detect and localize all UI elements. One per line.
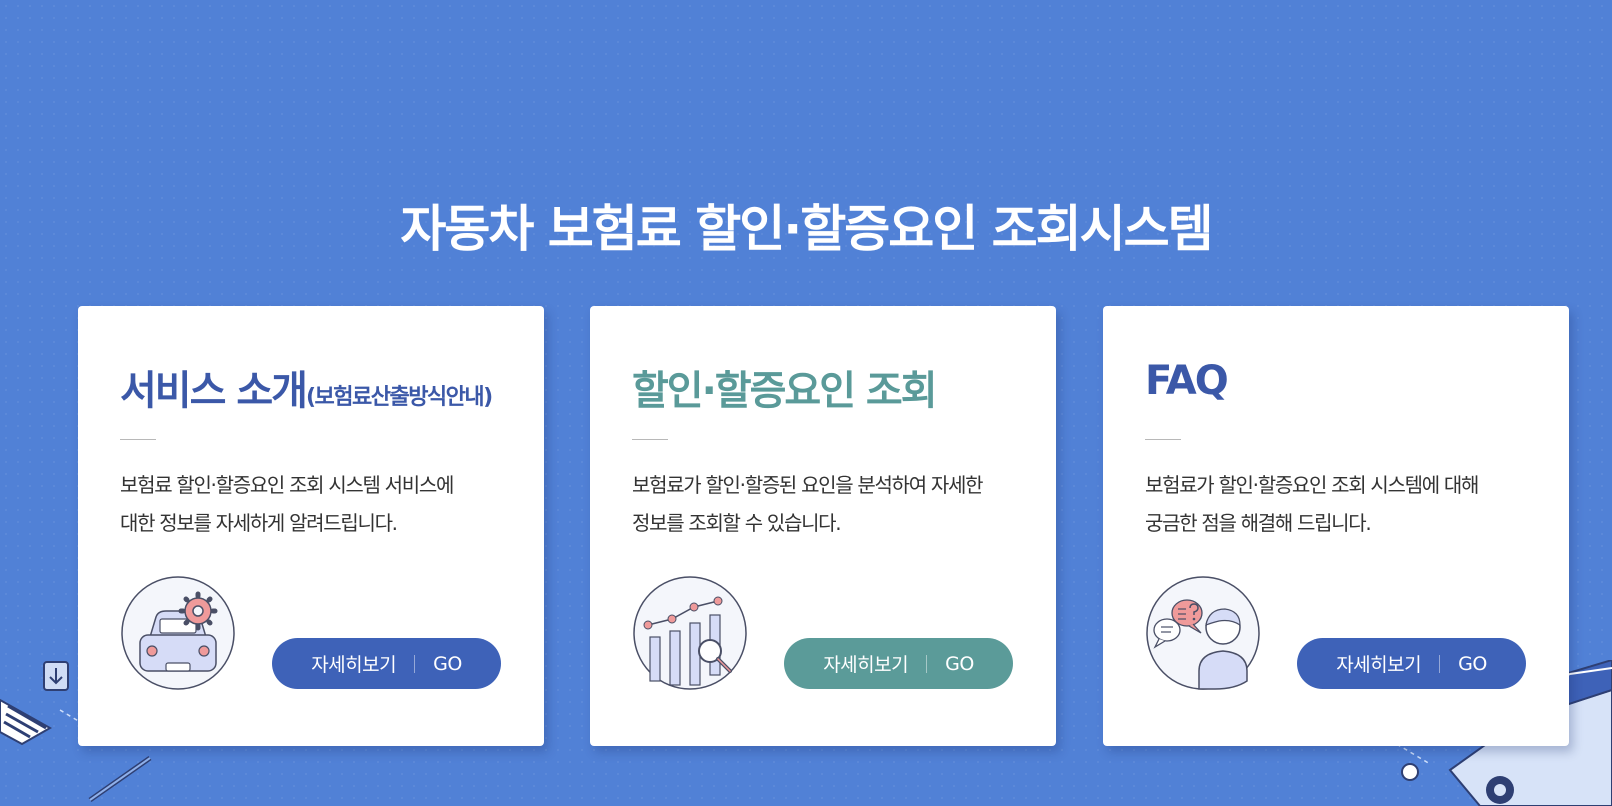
button-label: 자세히보기: [823, 654, 909, 676]
card-title-main: 서비스 소개: [120, 368, 308, 414]
details-go-button[interactable]: 자세히보기 GO: [272, 638, 501, 689]
card-description: 보험료가 할인·할증요인 조회 시스템에 대해 궁금한 점을 해결해 드립니다.: [1145, 466, 1545, 542]
card-description-line: 보험료가 할인·할증요인 조회 시스템에 대해: [1145, 473, 1479, 497]
card-service-intro: 서비스 소개(보험료산출방식안내) 보험료 할인·할증요인 조회 시스템 서비스…: [78, 306, 544, 746]
button-go-label: GO: [433, 652, 462, 675]
card-description-line: 대한 정보를 자세하게 알려드립니다.: [120, 511, 398, 535]
button-separator: [926, 654, 928, 673]
details-go-button[interactable]: 자세히보기 GO: [1297, 638, 1526, 689]
page-title: 자동차 보험료 할인·할증요인 조회시스템: [400, 199, 1213, 258]
divider: [632, 439, 668, 440]
card-title: 할인·할증요인 조회: [632, 368, 938, 414]
person-chat-icon: [1146, 576, 1260, 690]
card-description: 보험료 할인·할증요인 조회 시스템 서비스에 대한 정보를 자세하게 알려드립…: [120, 466, 520, 542]
card-description-line: 보험료 할인·할증요인 조회 시스템 서비스에: [120, 473, 454, 497]
car-gear-icon: [121, 576, 235, 690]
card-description-line: 보험료가 할인·할증된 요인을 분석하여 자세한: [632, 473, 983, 497]
card-title: 서비스 소개(보험료산출방식안내): [120, 358, 493, 416]
button-label: 자세히보기: [311, 654, 397, 676]
card-description-line: 정보를 조회할 수 있습니다.: [632, 511, 842, 535]
button-separator: [414, 654, 416, 673]
button-go-label: GO: [1458, 652, 1487, 675]
card-description: 보험료가 할인·할증된 요인을 분석하여 자세한 정보를 조회할 수 있습니다.: [632, 466, 1032, 542]
card-factor-lookup: 할인·할증요인 조회 보험료가 할인·할증된 요인을 분석하여 자세한 정보를 …: [590, 306, 1056, 746]
divider: [120, 439, 156, 440]
card-description-line: 궁금한 점을 해결해 드립니다.: [1145, 511, 1372, 535]
button-go-label: GO: [945, 652, 974, 675]
divider: [1145, 439, 1181, 440]
card-faq: FAQ 보험료가 할인·할증요인 조회 시스템에 대해 궁금한 점을 해결해 드…: [1103, 306, 1569, 746]
details-go-button[interactable]: 자세히보기 GO: [784, 638, 1013, 689]
button-separator: [1439, 654, 1441, 673]
card-title-sub: (보험료산출방식안내): [305, 385, 493, 410]
button-label: 자세히보기: [1336, 654, 1422, 676]
chart-magnifier-icon: [633, 576, 747, 690]
card-title: FAQ: [1145, 358, 1229, 404]
